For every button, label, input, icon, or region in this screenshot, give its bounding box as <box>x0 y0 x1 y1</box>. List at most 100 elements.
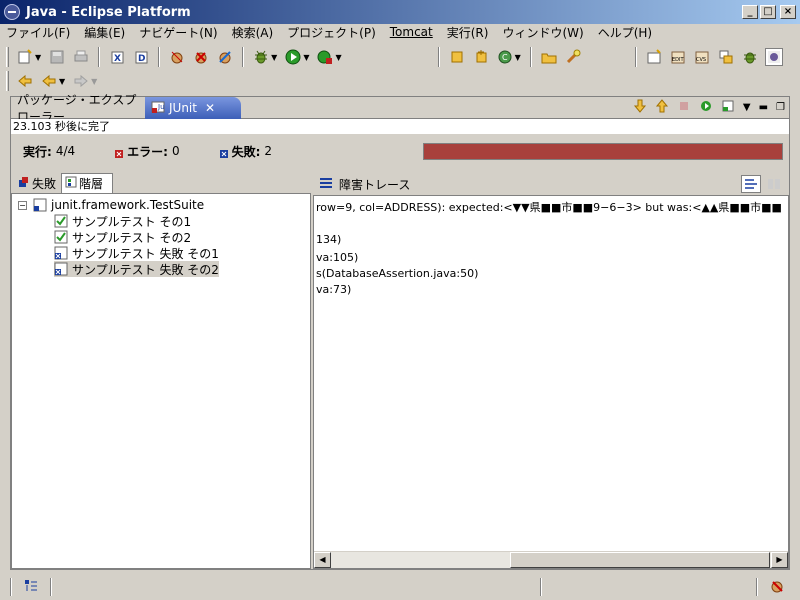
menu-file[interactable]: ファイル(F) <box>6 24 70 41</box>
test-suite-icon <box>33 198 47 212</box>
tree-item-label: サンプルテスト 失敗 その2 <box>72 262 219 277</box>
debug-icon[interactable] <box>252 48 270 66</box>
rerun-icon[interactable] <box>699 99 713 116</box>
new-java-document-icon[interactable]: D <box>132 48 150 66</box>
tab-junit[interactable]: Ju JUnit ✕ <box>145 97 241 119</box>
external-tools-icon[interactable] <box>316 48 334 66</box>
view-menu-icon[interactable]: ▼ <box>743 102 751 113</box>
open-perspective-icon[interactable] <box>645 48 663 66</box>
debug-perspective-icon[interactable] <box>741 48 759 66</box>
last-edit-location-icon[interactable] <box>16 72 34 90</box>
menu-help[interactable]: ヘルプ(H) <box>598 24 652 41</box>
menu-search[interactable]: 検索(A) <box>232 24 274 41</box>
tree-item[interactable]: サンプルテスト 失敗 その1 <box>54 245 219 261</box>
close-button[interactable]: × <box>780 5 796 19</box>
new-icon[interactable] <box>16 48 34 66</box>
run-dropdown-icon[interactable]: ▼ <box>303 53 309 62</box>
tree-item-selected[interactable]: サンプルテスト 失敗 その2 <box>54 261 219 277</box>
back-icon[interactable] <box>40 72 58 90</box>
toolbar-grip[interactable] <box>6 47 9 67</box>
next-failure-icon[interactable] <box>633 99 647 116</box>
new-java-class-icon[interactable]: X <box>108 48 126 66</box>
progress-status-icon[interactable] <box>770 578 786 597</box>
scroll-left-button[interactable]: ◀ <box>314 552 331 568</box>
trace-line[interactable]: va:73) <box>316 283 351 296</box>
tomcat-start-icon[interactable] <box>168 48 186 66</box>
cvs-perspective-icon[interactable]: CVS <box>693 48 711 66</box>
maximize-button[interactable]: □ <box>760 5 776 19</box>
collapse-icon[interactable]: − <box>18 200 27 210</box>
search-flashlight-icon[interactable] <box>564 48 582 66</box>
stop-run-icon[interactable] <box>677 99 691 116</box>
scroll-right-button[interactable]: ▶ <box>771 552 788 568</box>
menu-project[interactable]: プロジェクト(P) <box>287 24 376 41</box>
close-tab-icon[interactable]: ✕ <box>205 101 215 115</box>
tree-root[interactable]: − junit.framework.TestSuite <box>18 197 204 213</box>
fast-view-icon[interactable] <box>24 579 38 596</box>
main-toolbar: ▼ X D ▼ ▼ ▼ C ▼ EDIT CVS <box>0 44 800 70</box>
run-icon[interactable] <box>284 48 302 66</box>
junit-view: パッケージ・エクスプローラー Ju JUnit ✕ ▼ ▬ ❐ 23.103 秒… <box>10 93 790 570</box>
tree-root-label: junit.framework.TestSuite <box>51 198 205 212</box>
maximize-view-icon[interactable]: ❐ <box>776 102 785 113</box>
tab-failures[interactable]: 失敗 <box>15 173 59 193</box>
view-actions: ▼ ▬ ❐ <box>625 99 785 116</box>
new-interface-icon[interactable] <box>472 48 490 66</box>
svg-text:X: X <box>114 54 121 64</box>
back-dropdown-icon[interactable]: ▼ <box>59 77 65 86</box>
tomcat-restart-icon[interactable] <box>216 48 234 66</box>
new-package-icon[interactable] <box>448 48 466 66</box>
scroll-lock-icon[interactable] <box>721 99 735 116</box>
edit-perspective-icon[interactable]: EDIT <box>669 48 687 66</box>
menu-edit[interactable]: 編集(E) <box>84 24 125 41</box>
errors-value: 0 <box>171 144 180 158</box>
status-separator <box>50 578 52 596</box>
minimize-button[interactable]: _ <box>742 5 758 19</box>
toolbar-grip[interactable] <box>6 71 9 91</box>
menu-tomcat[interactable]: Tomcat <box>390 25 433 39</box>
minimize-view-icon[interactable]: ▬ <box>759 102 768 113</box>
forward-dropdown-icon[interactable]: ▼ <box>91 77 97 86</box>
print-icon[interactable] <box>72 48 90 66</box>
test-pass-icon <box>54 214 68 228</box>
trace-line[interactable]: row=9, col=ADDRESS): expected:<▼▼県■■市■■9… <box>316 199 782 215</box>
horizontal-scrollbar[interactable]: ◀ ▶ <box>314 551 788 568</box>
open-type-icon[interactable] <box>540 48 558 66</box>
trace-line[interactable]: 134) <box>316 233 341 246</box>
tomcat-stop-icon[interactable] <box>192 48 210 66</box>
view-tab-row: パッケージ・エクスプローラー Ju JUnit ✕ ▼ ▬ ❐ <box>11 93 789 124</box>
tab-package-explorer[interactable]: パッケージ・エクスプローラー <box>11 93 145 124</box>
tree-item[interactable]: サンプルテスト その2 <box>54 229 191 245</box>
filter-stack-icon[interactable] <box>741 175 761 193</box>
compare-results-icon[interactable] <box>765 175 783 193</box>
failure-trace-header: 障害トレース <box>315 173 789 195</box>
external-tools-dropdown-icon[interactable]: ▼ <box>335 53 341 62</box>
error-icon <box>115 147 124 158</box>
eclipse-app-icon[interactable] <box>4 4 20 20</box>
forward-icon[interactable] <box>72 72 90 90</box>
scroll-thumb[interactable] <box>510 552 770 568</box>
team-perspective-icon[interactable] <box>717 48 735 66</box>
menu-navigate[interactable]: ナビゲート(N) <box>139 24 217 41</box>
java-perspective-icon[interactable] <box>764 48 783 66</box>
svg-text:C: C <box>502 53 508 62</box>
tree-item-label: サンプルテスト その2 <box>72 230 192 245</box>
new-class-dropdown-icon[interactable]: ▼ <box>515 53 521 62</box>
tab-hierarchy[interactable]: 階層 <box>61 173 113 193</box>
tree-item[interactable]: サンプルテスト その1 <box>54 213 191 229</box>
hierarchy-tab-icon <box>65 176 77 191</box>
new-dropdown-icon[interactable]: ▼ <box>35 53 41 62</box>
new-class-icon[interactable]: C <box>496 48 514 66</box>
previous-failure-icon[interactable] <box>655 99 669 116</box>
save-icon[interactable] <box>48 48 66 66</box>
failures-tab-icon <box>18 176 30 191</box>
failure-trace-panel[interactable]: row=9, col=ADDRESS): expected:<▼▼県■■市■■9… <box>313 195 789 569</box>
menu-run[interactable]: 実行(R) <box>447 24 489 41</box>
tab-hierarchy-label: 階層 <box>79 177 104 191</box>
debug-dropdown-icon[interactable]: ▼ <box>271 53 277 62</box>
title-bar: Java - Eclipse Platform _ □ × <box>0 0 800 24</box>
menu-window[interactable]: ウィンドウ(W) <box>502 24 583 41</box>
toolbar-separator <box>242 47 245 67</box>
trace-line[interactable]: va:105) <box>316 251 358 264</box>
trace-line[interactable]: s(DatabaseAssertion.java:50) <box>316 267 478 280</box>
